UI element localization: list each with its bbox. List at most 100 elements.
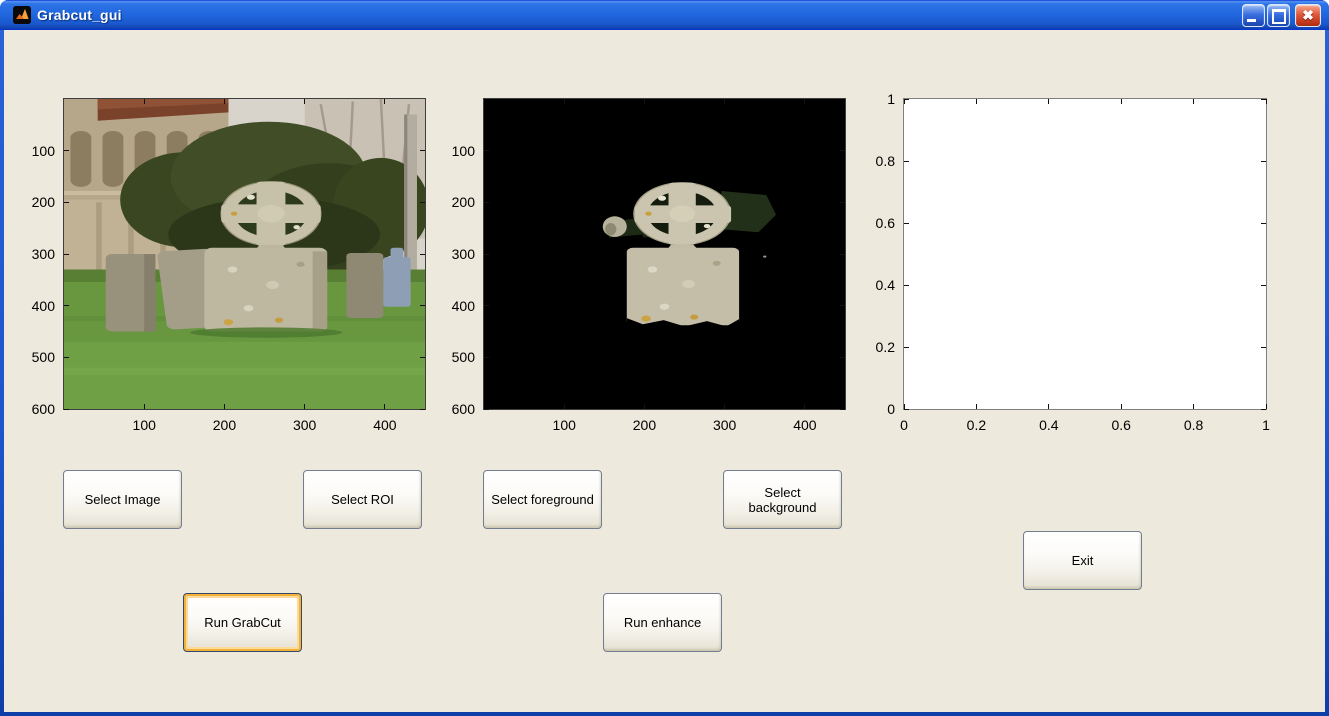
- x-tick-label: 1: [1262, 417, 1270, 433]
- y-tick-label: 0.2: [875, 339, 895, 355]
- y-tick-mark: [840, 201, 845, 203]
- x-tick-mark: [143, 99, 145, 104]
- y-tick-mark: [420, 150, 425, 152]
- y-tick-mark: [840, 150, 845, 152]
- y-tick-mark: [420, 253, 425, 255]
- y-tick-mark: [64, 356, 69, 358]
- x-tick-mark: [563, 404, 565, 409]
- axes-original-image[interactable]: 100 200 300 400 100 200 300 400 500 600: [32, 98, 426, 433]
- y-tick-mark: [1261, 160, 1266, 162]
- exit-button[interactable]: Exit: [1023, 531, 1142, 590]
- y-tick-mark: [484, 201, 489, 203]
- x-tick-mark: [143, 404, 145, 409]
- y-tick-mark: [420, 305, 425, 307]
- x-tick-mark: [1048, 99, 1050, 104]
- y-tick-mark: [1261, 222, 1266, 224]
- x-tick-label: 400: [373, 417, 397, 433]
- x-tick-mark: [384, 99, 386, 104]
- x-tick-mark: [1193, 99, 1195, 104]
- x-tick-label: 400: [793, 417, 817, 433]
- x-tick-label: 200: [632, 417, 657, 433]
- minimize-icon: [1247, 19, 1256, 22]
- y-tick-mark: [484, 150, 489, 152]
- x-tick-mark: [563, 99, 565, 104]
- x-tick-label: 0.2: [966, 417, 987, 433]
- y-tick-label: 600: [451, 401, 475, 417]
- y-tick-mark: [64, 253, 69, 255]
- x-tick-mark: [1048, 404, 1050, 409]
- x-tick-mark: [804, 99, 806, 104]
- x-tick-mark: [1265, 99, 1267, 104]
- y-tick-mark: [904, 98, 909, 100]
- select-foreground-button[interactable]: Select foreground: [483, 470, 602, 529]
- y-tick-label: 500: [31, 349, 55, 366]
- y-tick-mark: [484, 253, 489, 255]
- x-tick-mark: [643, 404, 645, 409]
- x-tick-mark: [304, 99, 306, 104]
- minimize-button[interactable]: [1242, 4, 1265, 27]
- y-tick-mark: [904, 408, 909, 410]
- y-tick-mark: [1261, 408, 1266, 410]
- window-title: Grabcut_gui: [37, 7, 122, 23]
- y-tick-label: 300: [451, 246, 475, 262]
- close-button[interactable]: ✖: [1295, 4, 1321, 27]
- y-tick-label: 100: [31, 142, 55, 159]
- x-tick-mark: [975, 404, 977, 409]
- x-tick-label: 100: [552, 417, 576, 433]
- axes-segmented-image[interactable]: 100 200 300 400 100 200 300 400 500 600: [452, 98, 846, 433]
- x-tick-mark: [304, 404, 306, 409]
- y-tick-mark: [420, 201, 425, 203]
- matlab-logo-icon: [13, 6, 31, 24]
- select-image-button[interactable]: Select Image: [63, 470, 182, 529]
- x-tick-mark: [643, 99, 645, 104]
- close-icon: ✖: [1302, 7, 1314, 23]
- y-tick-mark: [840, 305, 845, 307]
- x-tick-label: 100: [132, 417, 156, 433]
- y-tick-label: 0.6: [875, 215, 895, 231]
- x-tick-label: 0: [900, 417, 908, 433]
- y-tick-mark: [64, 150, 69, 152]
- maximize-button[interactable]: [1267, 4, 1290, 27]
- y-tick-mark: [1261, 346, 1266, 348]
- y-tick-label: 100: [451, 142, 475, 159]
- y-tick-mark: [420, 356, 425, 358]
- run-grabcut-button[interactable]: Run GrabCut: [183, 593, 302, 652]
- y-tick-label: 1: [887, 91, 895, 107]
- x-tick-label: 0.6: [1111, 417, 1131, 433]
- x-tick-mark: [724, 404, 726, 409]
- x-tick-mark: [724, 99, 726, 104]
- select-background-button[interactable]: Select background: [723, 470, 842, 529]
- x-tick-label: 200: [212, 417, 237, 433]
- y-tick-label: 200: [31, 194, 55, 211]
- y-tick-label: 400: [31, 297, 55, 314]
- segmented-image: [484, 99, 845, 409]
- y-tick-mark: [840, 253, 845, 255]
- x-tick-mark: [804, 404, 806, 409]
- run-enhance-button[interactable]: Run enhance: [603, 593, 722, 652]
- y-tick-label: 500: [451, 349, 475, 366]
- y-tick-mark: [904, 346, 909, 348]
- x-tick-mark: [384, 404, 386, 409]
- y-tick-mark: [484, 305, 489, 307]
- original-image: [64, 99, 425, 409]
- x-tick-label: 0.8: [1183, 417, 1204, 433]
- y-tick-mark: [420, 408, 425, 410]
- y-tick-mark: [64, 305, 69, 307]
- y-tick-label: 0.8: [875, 153, 895, 169]
- x-tick-mark: [1120, 99, 1122, 104]
- y-tick-label: 0: [887, 401, 895, 417]
- y-tick-mark: [904, 160, 909, 162]
- axes-empty: 0 0.2 0.4 0.6 0.8 1 0 0.2 0.4 0.6 0.8 1: [876, 91, 1270, 433]
- x-tick-mark: [1193, 404, 1195, 409]
- y-tick-label: 400: [451, 297, 475, 314]
- x-tick-mark: [975, 99, 977, 104]
- titlebar[interactable]: Grabcut_gui ✖: [0, 0, 1329, 30]
- y-tick-mark: [1261, 98, 1266, 100]
- y-tick-mark: [64, 408, 69, 410]
- y-tick-label: 200: [451, 194, 475, 211]
- x-tick-mark: [903, 99, 905, 104]
- y-tick-mark: [904, 284, 909, 286]
- x-tick-mark: [223, 99, 225, 104]
- select-roi-button[interactable]: Select ROI: [303, 470, 422, 529]
- y-tick-label: 0.4: [875, 277, 895, 293]
